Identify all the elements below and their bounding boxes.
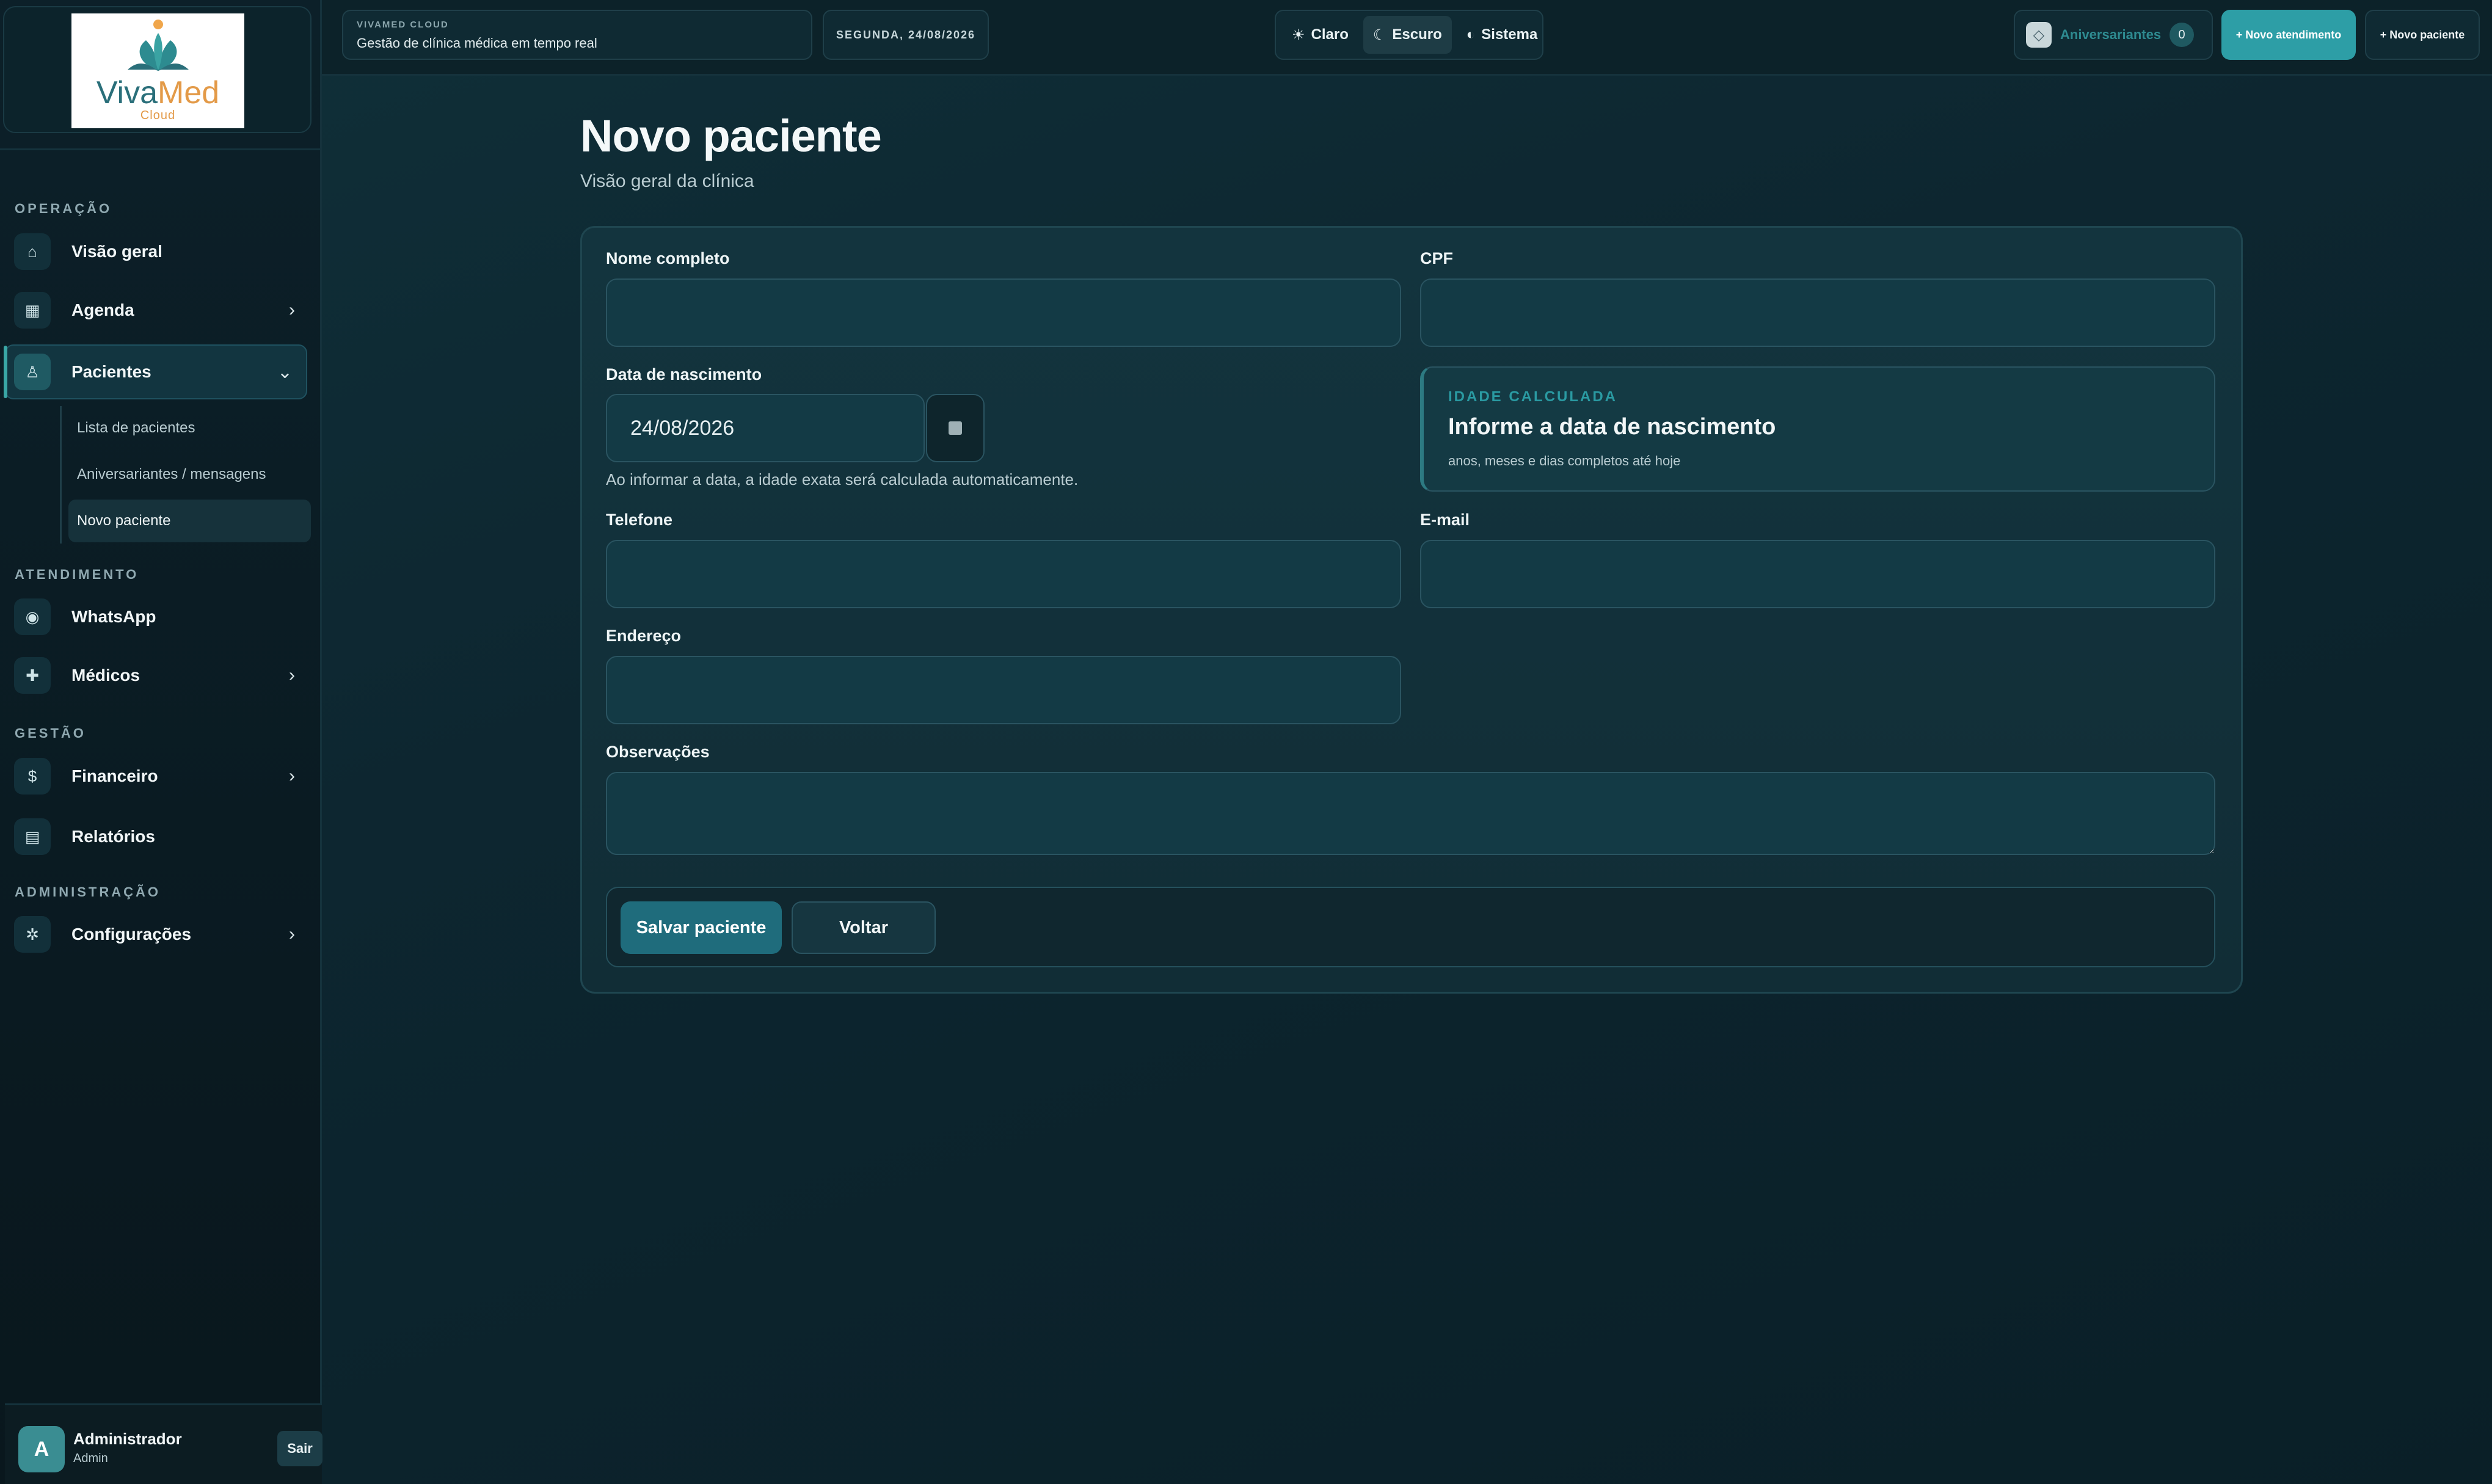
submenu-item-novo-paciente[interactable]: Novo paciente <box>68 500 311 542</box>
age-tag: IDADE CALCULADA <box>1448 388 1617 405</box>
name-input[interactable] <box>606 278 1401 347</box>
avatar[interactable]: A <box>18 1426 65 1472</box>
sidebar-divider <box>0 148 322 150</box>
dollar-icon: $ <box>14 758 51 795</box>
sidebar-item-configuracoes[interactable]: ✲ Configurações › <box>6 909 308 960</box>
age-title: Informe a data de nascimento <box>1448 414 1776 440</box>
app-root: VivaMed Cloud OPERAÇÃO ⌂ Visão geral ▦ A… <box>0 0 2492 1484</box>
sidebar-item-financeiro[interactable]: $ Financeiro › <box>6 751 308 802</box>
notes-label: Observações <box>606 743 710 761</box>
age-description: anos, meses e dias completos até hoje <box>1448 453 1681 468</box>
birthdays-label: Aniversariantes <box>2060 27 2162 42</box>
new-visit-button[interactable]: + Novo atendimento <box>2221 10 2356 60</box>
section-label-atendimento: ATENDIMENTO <box>15 567 139 582</box>
page-subtitle: Visão geral da clínica <box>580 171 754 191</box>
notes-textarea[interactable] <box>606 772 2215 855</box>
sidebar-item-label: Agenda <box>71 300 134 319</box>
section-label-operacao: OPERAÇÃO <box>15 201 112 216</box>
submenu-item-lista-pacientes[interactable]: Lista de pacientes <box>68 407 311 449</box>
birthdate-input[interactable] <box>606 394 925 462</box>
phone-input[interactable] <box>606 540 1401 608</box>
birthdays-button[interactable]: ◇ Aniversariantes 0 <box>2014 10 2213 60</box>
theme-option-sistema[interactable]: ◐ Sistema <box>1457 16 1548 54</box>
form-actions-bar: Salvar paciente Voltar <box>606 887 2215 967</box>
cpf-label: CPF <box>1420 249 1453 267</box>
brand-tag: VIVAMED CLOUD <box>357 20 449 30</box>
back-button[interactable]: Voltar <box>792 901 936 954</box>
sun-icon: ☀ <box>1292 26 1305 43</box>
half-circle-icon: ◐ <box>1466 26 1476 43</box>
sidebar-item-label: Configurações <box>71 925 192 944</box>
birthdate-label: Data de nascimento <box>606 365 762 384</box>
theme-option-escuro[interactable]: ☾ Escuro <box>1363 16 1452 54</box>
birthdays-count-badge: 0 <box>2170 23 2195 47</box>
sidebar: VivaMed Cloud OPERAÇÃO ⌂ Visão geral ▦ A… <box>0 0 322 1484</box>
sidebar-item-label: Pacientes <box>71 362 151 381</box>
logo-subtitle: Cloud <box>140 109 176 122</box>
theme-option-label: Claro <box>1311 26 1349 43</box>
sidebar-item-agenda[interactable]: ▦ Agenda › <box>6 285 308 336</box>
address-input[interactable] <box>606 656 1401 724</box>
date-display: SEGUNDA, 24/08/2026 <box>823 10 989 60</box>
user-name: Administrador <box>73 1430 182 1448</box>
theme-switcher: ☀ Claro ☾ Escuro ◐ Sistema <box>1275 10 1543 60</box>
home-icon: ⌂ <box>14 233 51 270</box>
page-title: Novo paciente <box>580 111 882 161</box>
sidebar-item-label: Médicos <box>71 666 140 685</box>
birthdate-hint: Ao informar a data, a idade exata será c… <box>606 470 1079 489</box>
submenu-guide-line <box>60 406 62 544</box>
top-bar: VIVAMED CLOUD Gestão de clínica médica e… <box>322 0 2492 76</box>
submenu-item-aniversariantes[interactable]: Aniversariantes / mensagens <box>68 453 311 496</box>
vivamed-logo[interactable]: VivaMed Cloud <box>71 13 244 128</box>
phone-label: Telefone <box>606 511 673 529</box>
person-icon: ♙ <box>14 354 51 390</box>
calendar-icon: ▦ <box>14 292 51 329</box>
medical-cross-icon: ✚ <box>14 657 51 694</box>
sidebar-item-pacientes[interactable]: ♙ Pacientes ⌄ <box>4 344 307 399</box>
new-patient-button[interactable]: + Novo paciente <box>2365 10 2480 60</box>
sidebar-item-label: WhatsApp <box>71 607 156 626</box>
address-label: Endereço <box>606 627 682 645</box>
name-label: Nome completo <box>606 249 730 267</box>
logout-button[interactable]: Sair <box>277 1431 322 1466</box>
sidebar-item-label: Relatórios <box>71 827 155 846</box>
chat-icon: ◉ <box>14 598 51 635</box>
theme-option-label: Escuro <box>1392 26 1442 43</box>
logo-wordmark: VivaMed <box>96 75 220 111</box>
sidebar-item-label: Financeiro <box>71 766 158 785</box>
calculated-age-panel: IDADE CALCULADA Informe a data de nascim… <box>1420 366 2215 492</box>
user-role: Admin <box>73 1452 108 1465</box>
brand-description: Gestão de clínica médica em tempo real <box>357 35 597 51</box>
sidebar-item-medicos[interactable]: ✚ Médicos › <box>6 650 308 701</box>
sidebar-item-visao-geral[interactable]: ⌂ Visão geral <box>6 226 308 277</box>
theme-option-claro[interactable]: ☀ Claro <box>1282 16 1358 54</box>
calendar-picker-button[interactable] <box>926 394 985 462</box>
report-icon: ▤ <box>14 818 51 855</box>
logo-container: VivaMed Cloud <box>3 6 312 133</box>
chevron-down-icon: ⌄ <box>277 362 293 382</box>
chevron-right-icon: › <box>289 665 295 685</box>
moon-icon: ☾ <box>1372 26 1386 43</box>
chevron-right-icon: › <box>289 924 295 944</box>
brand-pill: VIVAMED CLOUD Gestão de clínica médica e… <box>342 10 812 60</box>
diamond-icon: ◇ <box>2026 22 2052 48</box>
email-input[interactable] <box>1420 540 2215 608</box>
calendar-icon <box>949 421 962 435</box>
sidebar-item-relatorios[interactable]: ▤ Relatórios <box>6 811 308 862</box>
theme-option-label: Sistema <box>1481 26 1538 43</box>
leaf-logo-icon <box>127 20 189 71</box>
section-label-gestao: GESTÃO <box>15 726 86 741</box>
sidebar-item-whatsapp[interactable]: ◉ WhatsApp <box>6 591 308 642</box>
user-panel: A Administrador Admin Sair <box>5 1403 322 1484</box>
chevron-right-icon: › <box>289 766 295 786</box>
save-patient-button[interactable]: Salvar paciente <box>621 901 782 954</box>
section-label-administracao: ADMINISTRAÇÃO <box>15 884 161 900</box>
sidebar-item-label: Visão geral <box>71 242 162 261</box>
cpf-input[interactable] <box>1420 278 2215 347</box>
gear-icon: ✲ <box>14 916 51 953</box>
chevron-right-icon: › <box>289 300 295 320</box>
email-label: E-mail <box>1420 511 1470 529</box>
